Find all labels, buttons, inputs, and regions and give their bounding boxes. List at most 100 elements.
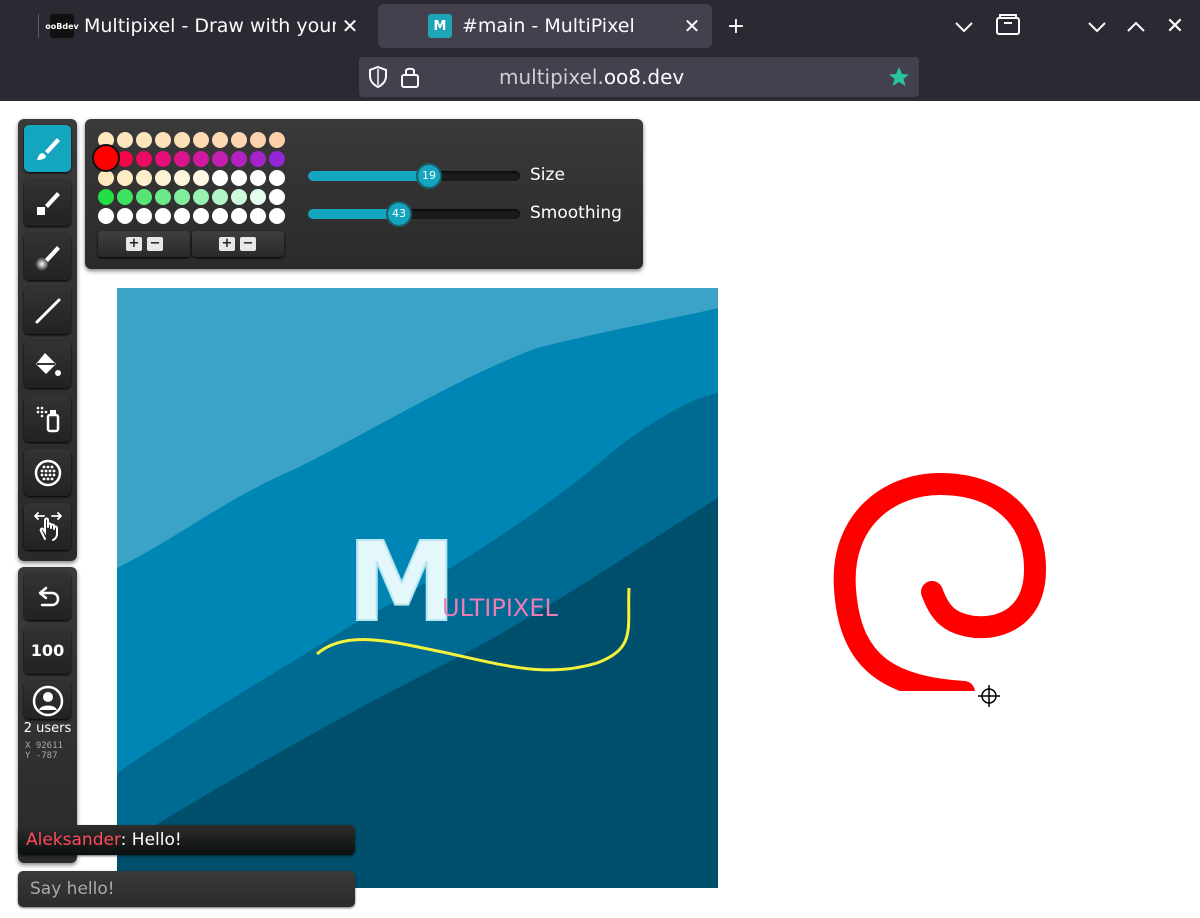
color-swatch[interactable] [174, 151, 190, 167]
zoom-button[interactable]: 100 [24, 627, 71, 674]
brush-icon [36, 137, 60, 160]
zoom-level: 100 [30, 641, 65, 660]
tool-brush[interactable] [24, 125, 71, 172]
add-color-button[interactable]: + [126, 237, 142, 251]
users-button[interactable] [24, 681, 71, 719]
shield-icon[interactable] [367, 65, 389, 93]
drawing-canvas[interactable]: M ULTIPIXEL [117, 288, 718, 888]
color-swatch[interactable] [193, 170, 209, 186]
red-spiral-stroke [833, 472, 1047, 691]
spray-icon [36, 406, 59, 432]
tab-main-multipixel[interactable]: M #main - MultiPixel ✕ [378, 4, 712, 48]
size-slider-thumb[interactable]: 19 [416, 163, 442, 189]
color-swatch[interactable] [193, 189, 209, 205]
logo-text-ultipixel: ULTIPIXEL [442, 594, 559, 622]
tab-list-chevron-icon[interactable] [949, 12, 979, 42]
palette-button-group-1: + − [98, 231, 190, 257]
tool-fill[interactable] [24, 341, 71, 388]
color-swatch[interactable] [155, 189, 171, 205]
close-window-icon[interactable]: ✕ [1160, 12, 1190, 42]
close-tab-icon[interactable]: ✕ [336, 14, 364, 38]
color-swatch[interactable] [174, 189, 190, 205]
color-swatch[interactable] [98, 208, 114, 224]
eraser-icon [36, 191, 60, 215]
undo-icon [38, 586, 59, 606]
color-swatch[interactable] [174, 208, 190, 224]
color-swatch[interactable] [193, 208, 209, 224]
smoothing-slider-thumb[interactable]: 43 [386, 201, 412, 227]
color-swatch[interactable] [250, 132, 266, 148]
color-swatch[interactable] [231, 151, 247, 167]
color-swatch[interactable] [117, 208, 133, 224]
tool-soft-brush[interactable] [24, 233, 71, 280]
new-tab-button[interactable]: + [721, 12, 751, 42]
tab-multipixel-home[interactable]: ooBdev Multipixel - Draw with your ✕ [38, 4, 370, 48]
tool-spray[interactable] [24, 395, 71, 442]
color-swatch[interactable] [212, 189, 228, 205]
color-swatch[interactable] [212, 170, 228, 186]
multipixel-app[interactable]: M ULTIPIXEL 100 2 users X 92611 Y -787 +… [0, 101, 1200, 918]
color-swatch[interactable] [269, 132, 285, 148]
logo-letter-m: M [347, 518, 456, 646]
chat-author: Aleksander [26, 830, 121, 850]
tool-pattern[interactable] [24, 449, 71, 496]
color-swatch[interactable] [269, 151, 285, 167]
add-palette-button[interactable]: + [219, 237, 235, 251]
chat-input[interactable] [18, 871, 355, 907]
minimize-chevron-icon[interactable] [1082, 12, 1112, 42]
color-swatch[interactable] [231, 170, 247, 186]
color-swatch[interactable] [212, 208, 228, 224]
color-swatch[interactable] [117, 189, 133, 205]
smoothing-slider[interactable]: 43 [308, 201, 520, 227]
container-icon[interactable] [993, 12, 1023, 42]
color-swatch[interactable] [155, 170, 171, 186]
remove-color-button[interactable]: − [147, 237, 163, 251]
lock-icon[interactable] [399, 65, 421, 93]
tool-line[interactable] [24, 287, 71, 334]
close-tab-icon[interactable]: ✕ [678, 14, 706, 38]
color-swatch[interactable] [269, 170, 285, 186]
undo-button[interactable] [24, 573, 71, 620]
color-swatch[interactable] [155, 132, 171, 148]
color-swatch[interactable] [155, 151, 171, 167]
tool-toolbar [18, 119, 77, 561]
color-swatch[interactable] [250, 189, 266, 205]
color-swatch[interactable] [250, 170, 266, 186]
color-swatch[interactable] [117, 132, 133, 148]
color-swatch[interactable] [250, 208, 266, 224]
maximize-chevron-icon[interactable] [1121, 12, 1151, 42]
color-swatch[interactable] [231, 189, 247, 205]
color-swatch[interactable] [117, 170, 133, 186]
url-bar[interactable]: multipixel.oo8.dev [359, 57, 919, 97]
color-swatch[interactable] [193, 132, 209, 148]
color-swatch[interactable] [174, 132, 190, 148]
remove-palette-button[interactable]: − [240, 237, 256, 251]
bookmark-star-icon[interactable] [887, 65, 911, 93]
color-swatch[interactable] [136, 132, 152, 148]
tool-eraser[interactable] [24, 179, 71, 226]
url-host: oo8.dev [603, 65, 685, 89]
user-count: 2 users [23, 721, 72, 736]
color-swatch[interactable] [212, 151, 228, 167]
size-slider[interactable]: 19 [308, 163, 520, 189]
color-swatch[interactable] [98, 170, 114, 186]
color-swatch[interactable] [269, 189, 285, 205]
color-swatch[interactable] [174, 170, 190, 186]
color-swatch[interactable] [269, 208, 285, 224]
color-swatch[interactable] [98, 189, 114, 205]
color-swatch[interactable] [231, 208, 247, 224]
color-swatch[interactable] [155, 208, 171, 224]
cursor-coordinates: X 92611 Y -787 [25, 741, 63, 761]
color-swatch[interactable] [250, 151, 266, 167]
color-swatch[interactable] [231, 132, 247, 148]
color-swatch[interactable] [212, 132, 228, 148]
color-swatch[interactable] [136, 170, 152, 186]
color-swatch[interactable] [193, 151, 209, 167]
color-swatch[interactable] [136, 208, 152, 224]
tool-pan[interactable] [24, 503, 71, 550]
selected-color[interactable] [92, 144, 120, 172]
color-swatch[interactable] [136, 151, 152, 167]
url-text: multipixel.oo8.dev [499, 65, 684, 89]
color-swatch[interactable] [136, 189, 152, 205]
line-icon [35, 298, 60, 323]
